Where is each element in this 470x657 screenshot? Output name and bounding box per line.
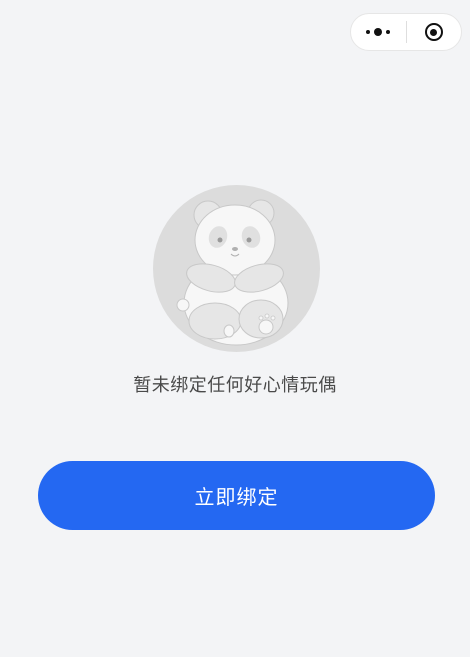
bind-empty-page: 暂未绑定任何好心情玩偶 立即绑定	[0, 0, 470, 657]
panda-icon	[176, 199, 289, 346]
empty-state-illustration	[153, 185, 320, 352]
empty-state-message: 暂未绑定任何好心情玩偶	[133, 375, 337, 396]
mini-program-capsule	[350, 13, 462, 51]
more-menu-button[interactable]	[351, 13, 406, 51]
bind-now-button[interactable]: 立即绑定	[38, 461, 435, 530]
close-mini-program-button[interactable]	[406, 13, 461, 51]
more-dots-icon	[366, 28, 391, 36]
target-circle-icon	[424, 23, 443, 41]
